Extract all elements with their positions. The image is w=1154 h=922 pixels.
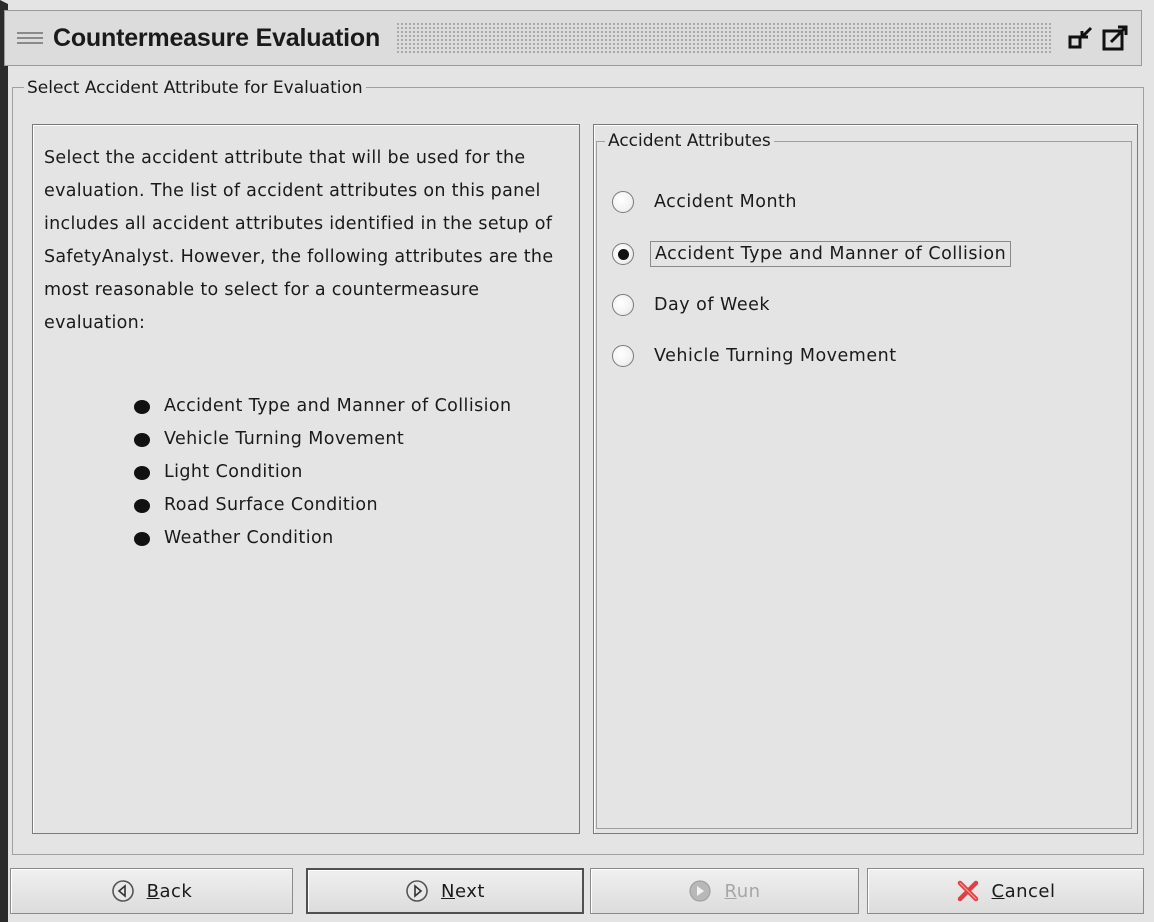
red-x-icon <box>957 880 978 902</box>
run-disabled-icon <box>689 880 712 902</box>
group-title: Select Accident Attribute for Evaluation <box>24 78 366 98</box>
back-button[interactable]: Back <box>10 868 293 914</box>
instructions-text: Select the accident attribute that will … <box>44 148 554 333</box>
next-button[interactable]: Next <box>306 868 584 914</box>
list-item: Road Surface Condition <box>130 489 550 522</box>
radio-button-selected[interactable] <box>612 243 634 265</box>
radio-button[interactable] <box>612 294 634 316</box>
maximize-icon[interactable] <box>1101 24 1129 52</box>
bullet-icon <box>134 499 150 513</box>
bullet-icon <box>134 400 150 414</box>
radio-button[interactable] <box>612 345 634 367</box>
list-item: Vehicle Turning Movement <box>130 423 550 456</box>
radio-accident-type-manner-collision[interactable]: Accident Type and Manner of Collision <box>612 239 1012 269</box>
arrow-left-circle-icon <box>111 880 134 902</box>
run-button[interactable]: Run <box>590 868 859 914</box>
cancel-button[interactable]: Cancel <box>867 868 1144 914</box>
radio-label: Vehicle Turning Movement <box>654 346 897 366</box>
radio-button[interactable] <box>612 191 634 213</box>
title-bar[interactable]: Countermeasure Evaluation <box>4 10 1142 66</box>
list-item: Light Condition <box>130 456 550 489</box>
list-item: Accident Type and Manner of Collision <box>130 390 550 423</box>
radio-day-of-week[interactable]: Day of Week <box>612 290 774 320</box>
bullet-icon <box>134 433 150 447</box>
recommended-attributes-list: Accident Type and Manner of Collision Ve… <box>130 390 550 555</box>
window-title: Countermeasure Evaluation <box>53 23 381 52</box>
arrow-right-circle-icon <box>406 880 428 902</box>
accident-attributes-title: Accident Attributes <box>605 131 774 151</box>
radio-accident-month[interactable]: Accident Month <box>612 187 801 217</box>
radio-label: Accident Month <box>654 192 798 212</box>
bullet-icon <box>134 466 150 480</box>
title-grip-icon <box>17 32 43 44</box>
radio-label: Accident Type and Manner of Collision <box>650 241 1012 267</box>
list-item: Weather Condition <box>130 522 550 555</box>
radio-vehicle-turning-movement[interactable]: Vehicle Turning Movement <box>612 341 901 371</box>
minimize-restore-icon[interactable] <box>1067 24 1095 52</box>
bullet-icon <box>134 532 150 546</box>
radio-label: Day of Week <box>654 295 770 315</box>
title-bar-texture <box>396 22 1053 54</box>
